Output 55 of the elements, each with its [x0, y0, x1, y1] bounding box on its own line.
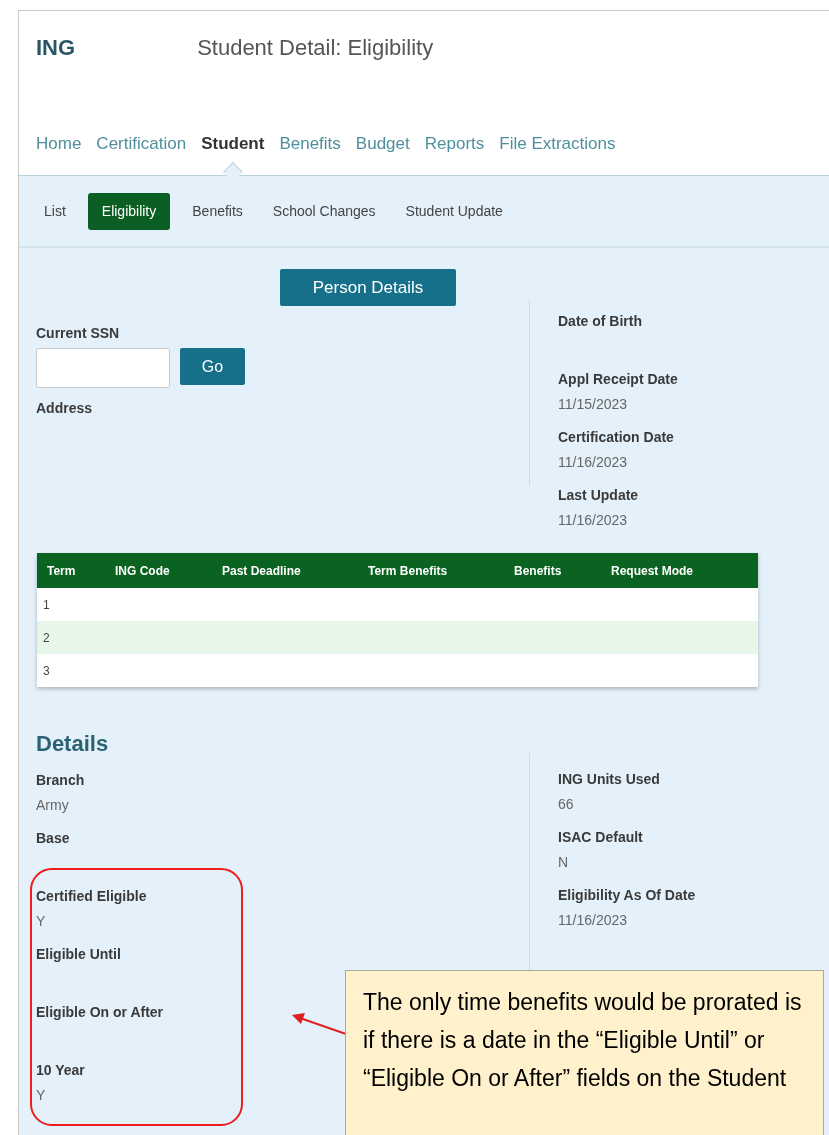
subnav-tab[interactable]: Benefits	[184, 192, 251, 230]
field-label: Certified Eligible	[36, 887, 147, 906]
field-label: Branch	[36, 771, 85, 790]
annotation-arrow	[290, 1010, 348, 1036]
field-value: 11/16/2023	[558, 911, 628, 930]
field-label: Eligible On or After	[36, 1003, 164, 1022]
page-title: Student Detail: Eligibility	[197, 33, 434, 62]
field-label: Base	[36, 829, 70, 848]
field-value: 11/16/2023	[558, 511, 628, 530]
field-value: 66	[558, 795, 574, 814]
column-header: Term	[47, 562, 77, 580]
field-label: 10 Year	[36, 1061, 85, 1080]
person-details-button[interactable]: Person Details	[280, 269, 456, 306]
table-cell-text: 3	[43, 662, 50, 680]
go-button[interactable]: Go	[180, 348, 245, 385]
section-heading: Details	[36, 730, 109, 758]
field-label: Appl Receipt Date	[558, 370, 678, 389]
field-value: Army	[36, 796, 69, 815]
nav-tab[interactable]: Benefits	[279, 130, 341, 156]
nav-tab[interactable]: Home	[36, 130, 82, 156]
field-label: Eligible Until	[36, 945, 121, 964]
nav-tab[interactable]: Budget	[355, 130, 410, 156]
column-header: Benefits	[514, 562, 563, 580]
table-cell-text: 1	[43, 596, 50, 614]
column-header: ING Code	[115, 562, 171, 580]
table-cell-text: 2	[43, 629, 50, 647]
subnav-tab[interactable]: List	[36, 192, 74, 230]
column-header: Request Mode	[611, 562, 694, 580]
field-value: 11/16/2023	[558, 453, 628, 472]
table-row[interactable]: 1	[37, 588, 758, 621]
field-value: N	[558, 853, 569, 872]
field-label: Last Update	[558, 486, 639, 505]
field-label: ISAC Default	[558, 828, 643, 847]
field-value: Y	[36, 1086, 46, 1105]
nav-tab[interactable]: Certification	[96, 130, 187, 156]
table-row[interactable]: 2	[37, 621, 758, 654]
field-value: Y	[36, 912, 46, 931]
subnav-tab[interactable]: Student Update	[397, 192, 511, 230]
column-header: Past Deadline	[222, 562, 302, 580]
ssn-input-field[interactable]	[36, 348, 170, 388]
subnav-tab[interactable]: Eligibility	[87, 192, 171, 230]
field-label: Date of Birth	[558, 312, 642, 331]
field-label: Certification Date	[558, 428, 674, 447]
nav-tab[interactable]: File Extractions	[499, 130, 616, 156]
field-label: Address	[36, 399, 93, 418]
subnav-tab[interactable]: School Changes	[264, 192, 384, 230]
callout-text: The only time benefits would be prorated is if there is a date in the “Eligible Until” or “Eligible On or After” fields on the Student	[363, 988, 803, 1093]
field-value: 11/15/2023	[558, 395, 628, 414]
table-row[interactable]: 3	[37, 654, 758, 687]
app-title: ING	[36, 33, 76, 62]
column-header: Term Benefits	[368, 562, 449, 580]
nav-tab[interactable]: Reports	[424, 130, 485, 156]
field-label: Current SSN	[36, 324, 120, 343]
field-label: ING Units Used	[558, 770, 660, 789]
field-label: Eligibility As Of Date	[558, 886, 696, 905]
